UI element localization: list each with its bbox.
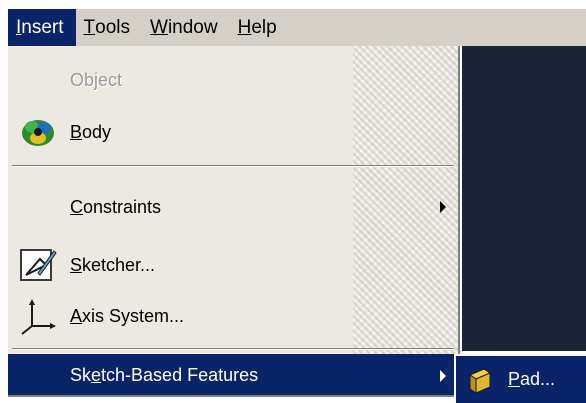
menu-separator — [12, 348, 454, 350]
menu-item-body[interactable]: Body — [8, 106, 456, 158]
sketcher-icon — [18, 245, 58, 285]
menu-separator — [12, 165, 454, 167]
body-icon — [18, 112, 58, 152]
screen: Insert Tools Window Help Object Body Con… — [0, 0, 586, 403]
submenu-arrow-icon — [440, 369, 446, 382]
menu-item-sketcher[interactable]: Sketcher... — [8, 239, 456, 291]
menu-item-constraints[interactable]: Constraints — [8, 181, 456, 233]
menu-window-label: indow — [167, 16, 218, 38]
menu-window-mnemonic: W — [150, 16, 168, 38]
insert-dropdown-menu: Object Body Constraints Sketcher... Axis… — [8, 46, 460, 397]
menu-item-sketcher-label: Sketcher... — [70, 254, 156, 275]
pad-icon — [464, 365, 494, 395]
axis-system-icon — [18, 296, 58, 336]
menu-tools[interactable]: Tools — [76, 9, 142, 46]
menu-item-object-label: Object — [70, 69, 123, 90]
app-workspace-background — [462, 46, 586, 351]
menu-insert[interactable]: Insert — [8, 9, 76, 46]
submenu-arrow-icon — [440, 201, 446, 213]
menu-item-constraints-label: Constraints — [70, 196, 162, 217]
menu-help-mnemonic: H — [237, 16, 252, 38]
submenu-item-pad[interactable]: Pad... — [456, 356, 586, 403]
submenu-item-pad-label: Pad... — [508, 369, 556, 389]
menu-help[interactable]: Help — [230, 9, 289, 46]
menu-item-axis-system[interactable]: Axis System... — [8, 290, 456, 342]
menu-item-axis-system-label: Axis System... — [70, 305, 185, 326]
menu-item-sketch-based-features[interactable]: Sketch-Based Features — [8, 354, 456, 395]
menu-help-label: elp — [251, 16, 277, 38]
menu-item-body-label: Body — [70, 121, 112, 142]
menu-bar: Insert Tools Window Help — [8, 9, 586, 46]
menu-window[interactable]: Window — [142, 9, 230, 46]
menu-item-object: Object — [8, 54, 456, 106]
menu-item-sketch-based-features-label: Sketch-Based Features — [70, 365, 259, 385]
sketch-based-features-submenu: Pad... — [454, 354, 586, 403]
menu-tools-label: ools — [95, 16, 130, 38]
menu-insert-label: nsert — [21, 16, 64, 38]
menu-tools-mnemonic: T — [83, 16, 96, 38]
